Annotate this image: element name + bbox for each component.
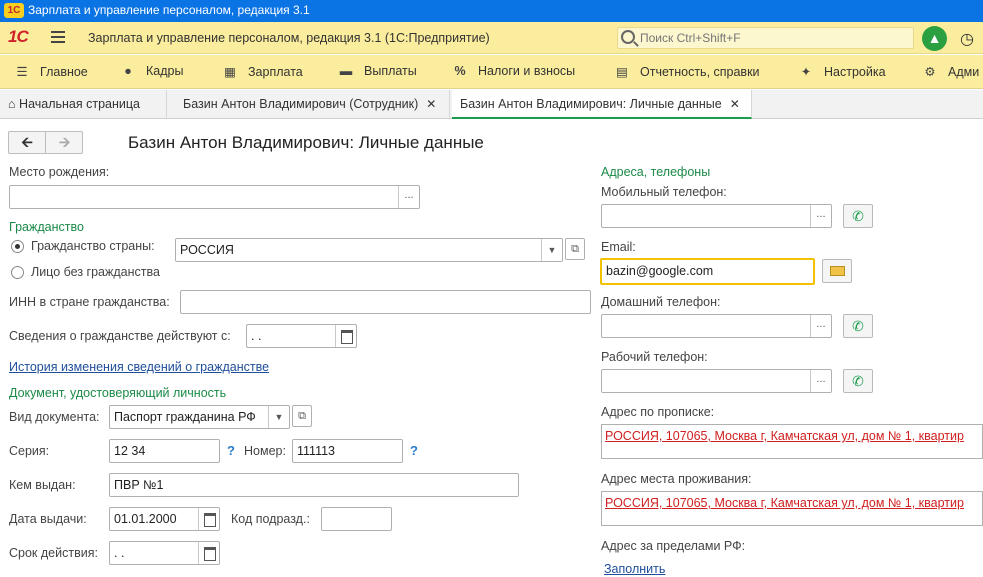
close-tab-icon[interactable]: ✕	[426, 97, 436, 111]
select-button[interactable]: ...	[810, 315, 831, 337]
citizenship-history-link[interactable]: История изменения сведений о гражданстве	[9, 360, 269, 374]
phone-call-icon[interactable]: ✆	[843, 204, 873, 228]
select-button[interactable]: ...	[398, 186, 419, 208]
calculator-icon: ▦	[224, 65, 236, 79]
wrench-icon: ✦	[800, 65, 812, 79]
stateless-label: Лицо без гражданства	[31, 265, 160, 279]
registration-address-label: Адрес по прописке:	[601, 405, 715, 419]
search-icon	[621, 30, 635, 44]
notifications-bell-icon[interactable]: ▲	[922, 26, 947, 51]
tab-employee[interactable]: Базин Антон Владимирович (Сотрудник) ✕	[175, 90, 450, 119]
people-icon: ●	[124, 64, 132, 78]
inn-label: ИНН в стране гражданства:	[9, 295, 170, 309]
tab-personal-data[interactable]: Базин Антон Владимирович: Личные данные ✕	[452, 90, 752, 119]
select-button[interactable]: ...	[810, 370, 831, 392]
menu-item-taxes[interactable]: % Налоги и взносы	[452, 64, 575, 78]
page-title: Базин Антон Владимирович: Личные данные	[128, 133, 484, 152]
contacts-group-title: Адреса, телефоны	[601, 165, 711, 179]
work-phone-field[interactable]: ...	[601, 369, 832, 393]
menu-item-admin[interactable]: ⚙ Адми	[922, 64, 979, 79]
citizenship-country-select[interactable]: РОССИЯ ▼	[175, 238, 563, 262]
fill-address-link[interactable]: Заполнить	[604, 562, 665, 576]
citizenship-group-title: Гражданство	[9, 220, 84, 234]
citizenship-country-radio[interactable]	[11, 240, 24, 253]
tab-home[interactable]: ⌂ Начальная страница	[0, 90, 167, 119]
calendar-icon[interactable]	[335, 325, 356, 347]
menu-icon: ☰	[16, 65, 28, 79]
home-phone-field[interactable]: ...	[601, 314, 832, 338]
back-arrow-icon[interactable]: 🡨	[9, 132, 46, 153]
birthplace-label: Место рождения:	[9, 165, 110, 179]
calendar-icon[interactable]	[198, 508, 219, 530]
email-field[interactable]: bazin@google.com	[600, 258, 815, 285]
dropdown-arrow-icon[interactable]: ▼	[541, 239, 562, 261]
help-icon[interactable]: ?	[227, 443, 235, 458]
calendar-icon[interactable]	[198, 542, 219, 564]
number-field[interactable]: 111113	[292, 439, 403, 463]
doc-type-select[interactable]: Паспорт гражданина РФ ▼	[109, 405, 290, 429]
foreign-address-label: Адрес за пределами РФ:	[601, 539, 746, 553]
work-phone-label: Рабочий телефон:	[601, 350, 708, 364]
division-code-field[interactable]	[321, 507, 392, 531]
issue-date-label: Дата выдачи:	[9, 512, 87, 526]
birthplace-field[interactable]: ...	[9, 185, 420, 209]
envelope-icon[interactable]	[822, 259, 852, 283]
menu-item-reports[interactable]: ▤ Отчетность, справки	[614, 64, 759, 79]
division-code-label: Код подразд.:	[231, 512, 310, 526]
phone-call-icon[interactable]: ✆	[843, 314, 873, 338]
citizenship-from-date[interactable]: . .	[246, 324, 357, 348]
open-icon[interactable]: ⧉	[292, 405, 312, 427]
issued-by-label: Кем выдан:	[9, 478, 76, 492]
registration-address-field[interactable]: РОССИЯ, 107065, Москва г, Камчатская ул,…	[601, 424, 983, 459]
phone-call-icon[interactable]: ✆	[843, 369, 873, 393]
nav-buttons: 🡨 🡪	[8, 131, 83, 154]
search-box[interactable]	[617, 27, 914, 49]
forward-arrow-icon[interactable]: 🡪	[46, 132, 83, 153]
window-title: Зарплата и управление персоналом, редакц…	[28, 3, 310, 17]
menu-item-main[interactable]: ☰ Главное	[14, 64, 87, 79]
main-menu-icon[interactable]	[51, 31, 65, 43]
report-icon: ▤	[616, 65, 628, 79]
doc-type-label: Вид документа:	[9, 410, 100, 424]
menu-item-salary[interactable]: ▦ Зарплата	[222, 64, 303, 79]
home-phone-label: Домашний телефон:	[601, 295, 721, 309]
inn-field[interactable]	[180, 290, 591, 314]
validity-label: Срок действия:	[9, 546, 98, 560]
open-icon[interactable]: ⧉	[565, 238, 585, 260]
residence-address-label: Адрес места проживания:	[601, 472, 752, 486]
percent-icon: %	[454, 64, 466, 78]
menu-item-personnel[interactable]: ● Кадры	[120, 64, 183, 78]
select-button[interactable]: ...	[810, 205, 831, 227]
app-logo-icon: 1C	[4, 3, 24, 18]
issued-by-field[interactable]: ПВР №1	[109, 473, 519, 497]
home-icon: ⌂	[8, 97, 16, 111]
search-input[interactable]	[638, 30, 908, 46]
email-label: Email:	[601, 240, 636, 254]
mobile-field[interactable]: ...	[601, 204, 832, 228]
mobile-label: Мобильный телефон:	[601, 185, 727, 199]
citizenship-from-label: Сведения о гражданстве действуют с:	[9, 329, 231, 343]
window-titlebar: 1C Зарплата и управление персоналом, ред…	[0, 0, 983, 22]
residence-address-field[interactable]: РОССИЯ, 107065, Москва г, Камчатская ул,…	[601, 491, 983, 526]
open-tabs-bar: ⌂ Начальная страница Базин Антон Владими…	[0, 90, 983, 119]
dropdown-arrow-icon[interactable]: ▼	[268, 406, 289, 428]
app-title: Зарплата и управление персоналом, редакц…	[88, 31, 490, 45]
number-label: Номер:	[244, 444, 286, 458]
history-icon[interactable]: ◷	[960, 29, 974, 49]
citizenship-country-label: Гражданство страны:	[31, 239, 155, 253]
help-icon[interactable]: ?	[410, 443, 418, 458]
section-menu: ☰ Главное ● Кадры ▦ Зарплата ▬ Выплаты % Нало…	[0, 55, 983, 89]
close-tab-icon[interactable]: ✕	[730, 97, 740, 111]
document-group-title: Документ, удостоверяющий личность	[9, 386, 227, 400]
menu-item-settings[interactable]: ✦ Настройка	[798, 64, 886, 79]
wallet-icon: ▬	[339, 64, 353, 78]
validity-date-field[interactable]: . .	[109, 541, 220, 565]
series-field[interactable]: 12 34	[109, 439, 220, 463]
stateless-radio[interactable]	[11, 266, 24, 279]
issue-date-field[interactable]: 01.01.2000	[109, 507, 220, 531]
menu-item-payments[interactable]: ▬ Выплаты	[338, 64, 417, 78]
series-label: Серия:	[9, 444, 50, 458]
gear-icon: ⚙	[924, 65, 936, 79]
1c-logo: 1С	[8, 27, 29, 46]
